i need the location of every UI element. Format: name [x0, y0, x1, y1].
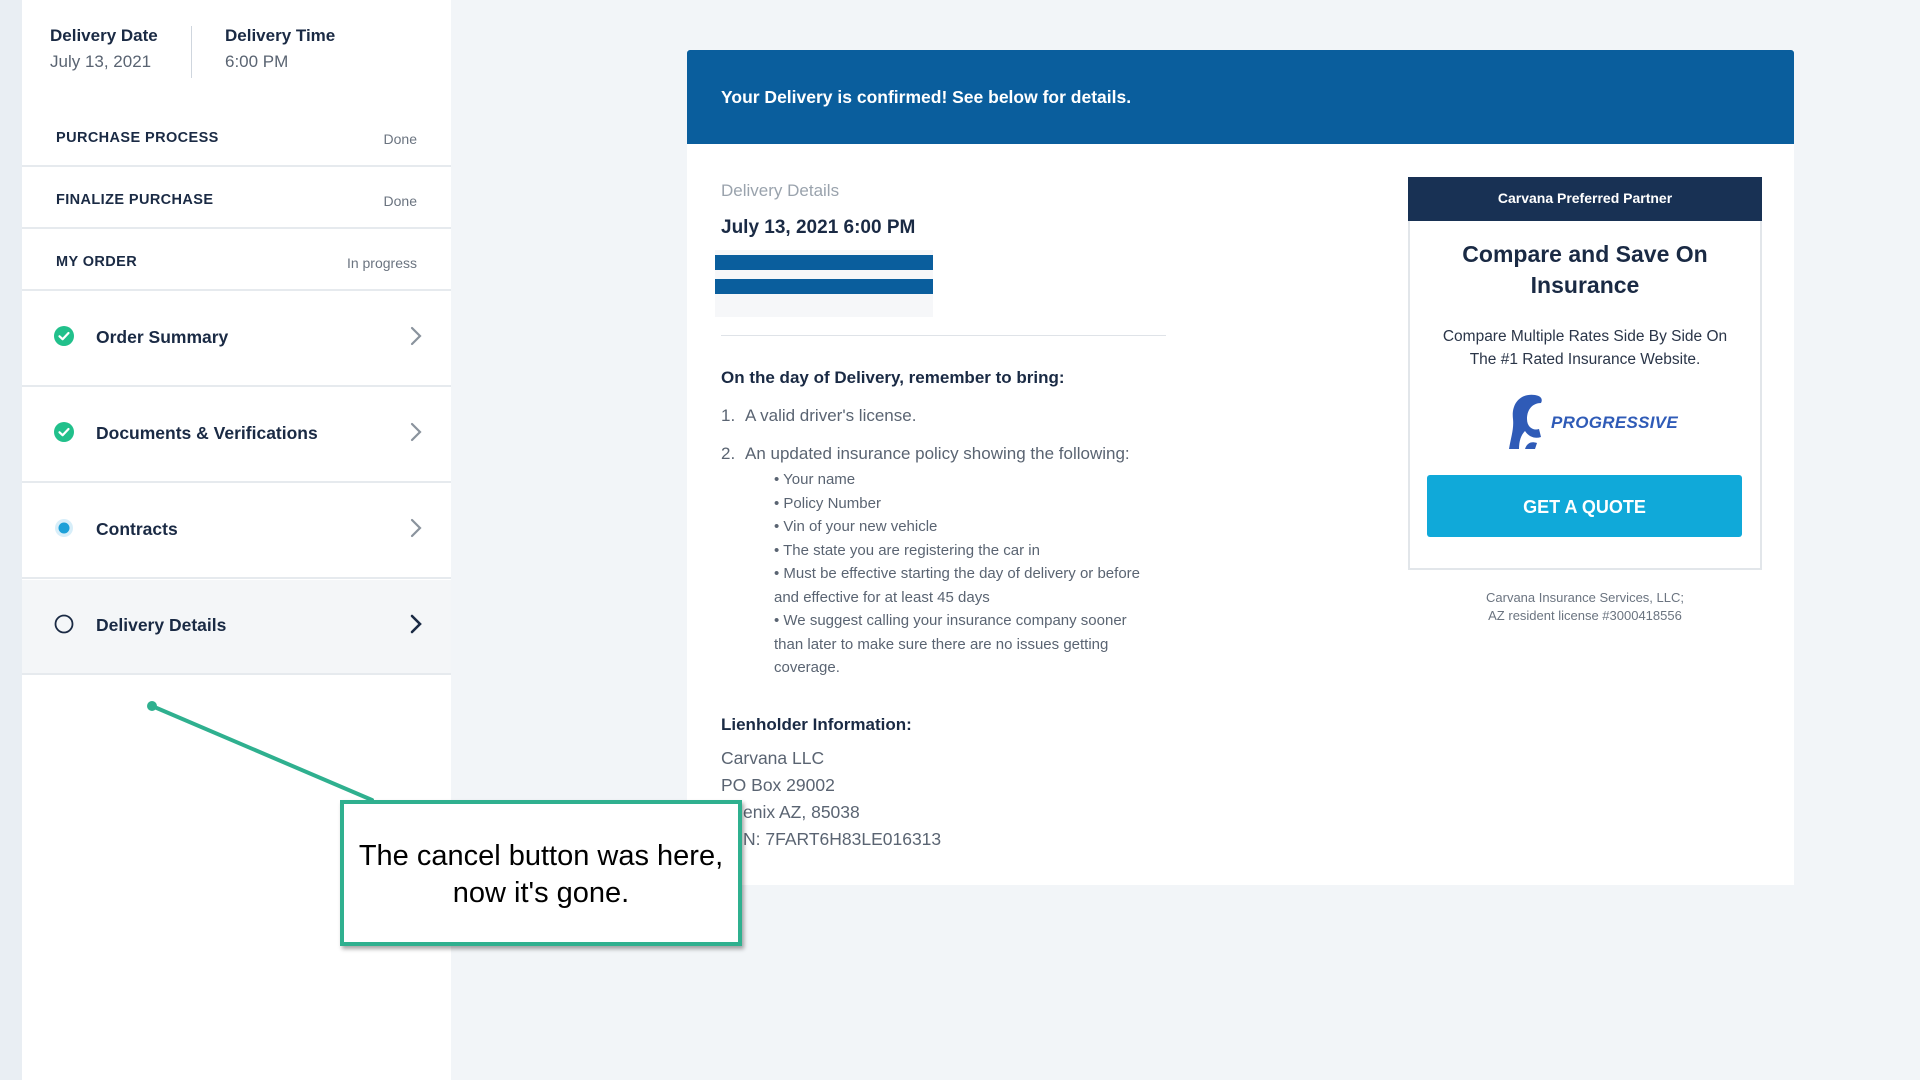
substep-label: Documents & Verifications: [96, 423, 318, 443]
chevron-right-icon: [410, 326, 422, 346]
step-my-order[interactable]: MY ORDER In progress: [22, 230, 451, 291]
lienholder-info: Carvana LLC PO Box 29002 enix AZ, 85038 …: [721, 745, 941, 853]
requirement-item: • Your name: [774, 471, 856, 488]
list-item: 1. A valid driver's license.: [721, 406, 916, 426]
delivery-confirmation-card: Your Delivery is confirmed! See below fo…: [687, 50, 1794, 885]
lienholder-line: Carvana LLC: [721, 748, 825, 768]
chevron-right-icon: [410, 614, 422, 634]
flo-logo-icon: [1509, 394, 1542, 449]
partner-description: Compare Multiple Rates Side By Side On T…: [1442, 328, 1728, 368]
lienholder-line: enix AZ, 85038: [743, 802, 860, 822]
get-a-quote-button[interactable]: GET A QUOTE: [1427, 475, 1742, 537]
requirement-item: • Vin of your new vehicle: [774, 518, 938, 535]
partner-header-text: Carvana Preferred Partner: [1497, 190, 1673, 206]
partner-header: Carvana Preferred Partner: [1408, 177, 1762, 221]
delivery-summary: Delivery Date July 13, 2021 Delivery Tim…: [50, 26, 450, 82]
delivery-time-value: 6:00 PM: [225, 52, 289, 71]
lienholder-heading: Lienholder Information:: [721, 715, 912, 734]
progressive-logo: PROGRESSIVE: [1505, 391, 1679, 455]
insurance-license: Carvana Insurance Services, LLC; AZ resi…: [1408, 589, 1762, 625]
list-item: 2. An updated insurance policy showing th…: [721, 444, 1130, 464]
logo-text: PROGRESSIVE: [1551, 413, 1679, 432]
list-number: 2.: [721, 444, 736, 463]
substep-label: Order Summary: [96, 327, 229, 347]
substep-order-summary[interactable]: Order Summary: [22, 292, 451, 387]
requirement-item: • The state you are registering the car …: [774, 541, 1040, 559]
step-status: Done: [383, 193, 417, 209]
list-text: An updated insurance policy showing the …: [745, 444, 1130, 463]
delivery-summary-divider: [191, 26, 192, 78]
chevron-right-icon: [410, 422, 422, 442]
check-circle-icon: [54, 422, 74, 442]
insurance-partner-card: Carvana Preferred Partner Compare and Sa…: [1408, 177, 1762, 570]
partner-title: Compare and Save On Insurance: [1462, 241, 1708, 298]
chevron-right-icon: [410, 518, 422, 538]
step-status: Done: [383, 131, 417, 147]
left-edge: [0, 0, 22, 1080]
step-finalize-purchase[interactable]: FINALIZE PURCHASE Done: [22, 168, 451, 229]
callout-text: The cancel button was here, now it's gon…: [358, 840, 724, 909]
substep-label: Delivery Details: [96, 615, 227, 635]
lienholder-line: PO Box 29002: [721, 775, 835, 795]
redaction-bar: [715, 255, 933, 270]
step-label: FINALIZE PURCHASE: [56, 192, 214, 208]
delivery-date-label: Delivery Date: [50, 26, 158, 45]
step-label: PURCHASE PROCESS: [56, 130, 219, 146]
delivery-datetime: July 13, 2021 6:00 PM: [721, 217, 916, 238]
delivery-time-label: Delivery Time: [225, 26, 336, 45]
redaction-bar: [715, 279, 933, 294]
delivery-details-label: Delivery Details: [721, 181, 840, 200]
bring-heading: On the day of Delivery, remember to brin…: [721, 368, 1065, 387]
insurance-requirements: • Your name • Policy Number • Vin of you…: [774, 468, 1154, 680]
confirmation-banner: Your Delivery is confirmed! See below fo…: [687, 50, 1794, 144]
current-step-icon: [55, 519, 73, 537]
empty-circle-icon: [54, 614, 74, 634]
list-number: 1.: [721, 406, 736, 425]
step-purchase-process[interactable]: PURCHASE PROCESS Done: [22, 106, 451, 167]
lienholder-line: N: 7FART6H83LE016313: [743, 829, 942, 849]
substep-delivery-details[interactable]: Delivery Details: [22, 580, 451, 675]
substep-contracts[interactable]: Contracts: [22, 484, 451, 579]
substep-documents-verifications[interactable]: Documents & Verifications: [22, 388, 451, 483]
delivery-time: Delivery Time 6:00 PM: [225, 26, 335, 72]
annotation-callout: The cancel button was here, now it's gon…: [340, 800, 742, 946]
license-line: Carvana Insurance Services, LLC;: [1486, 590, 1684, 605]
requirement-item: • Policy Number: [774, 494, 881, 512]
section-divider: [721, 335, 1166, 336]
step-label: MY ORDER: [56, 254, 138, 270]
list-text: A valid driver's license.: [745, 406, 917, 425]
banner-text: Your Delivery is confirmed! See below fo…: [721, 87, 1132, 107]
step-status: In progress: [346, 255, 417, 271]
delivery-date: Delivery Date July 13, 2021: [50, 26, 158, 72]
license-line: AZ resident license #3000418556: [1488, 608, 1682, 623]
delivery-date-value: July 13, 2021: [50, 52, 152, 71]
substep-label: Contracts: [96, 519, 178, 539]
requirement-item: • Must be effective starting the day of …: [774, 565, 1140, 606]
requirement-item: • We suggest calling your insurance comp…: [774, 612, 1127, 676]
check-circle-icon: [54, 326, 74, 346]
